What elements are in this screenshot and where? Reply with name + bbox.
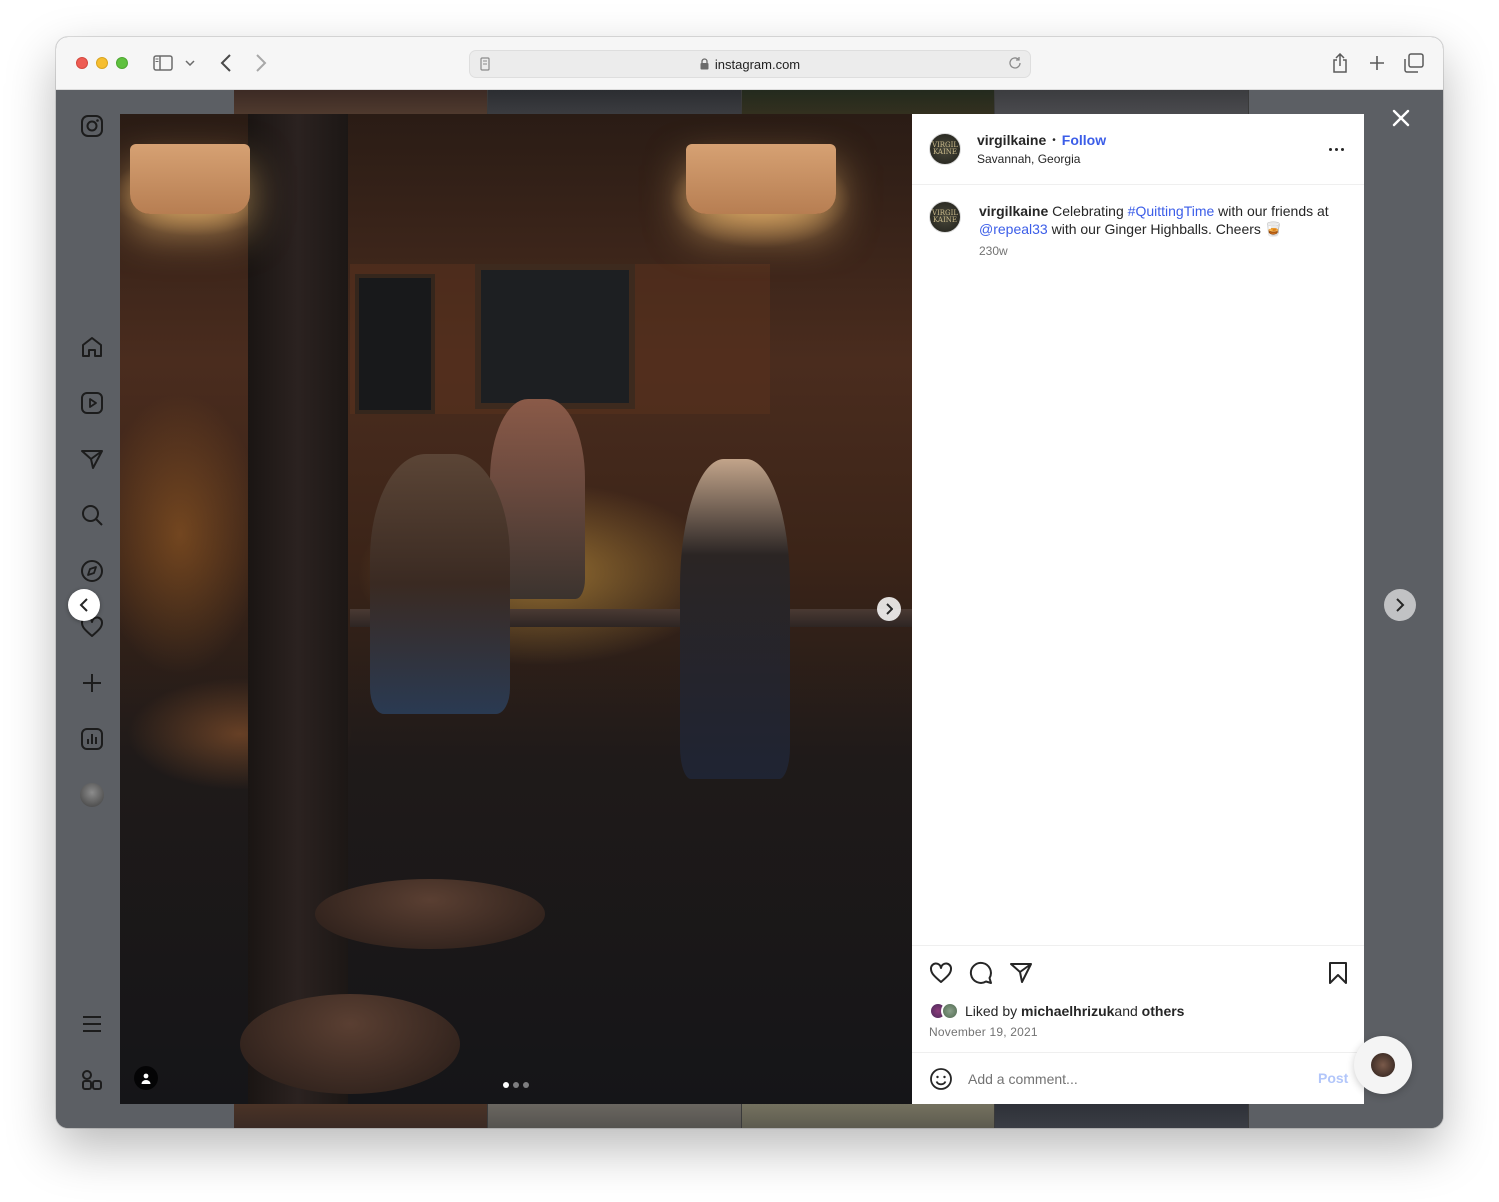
image-man <box>370 454 510 714</box>
author-row: virgilkaine • Follow <box>977 132 1106 148</box>
carousel-dot <box>503 1082 509 1088</box>
sidebar-toggle-icon[interactable] <box>152 52 174 74</box>
image-pillar <box>248 114 348 1104</box>
carousel-dot <box>513 1082 519 1088</box>
post-image[interactable] <box>120 114 912 1104</box>
zoom-window-button[interactable] <box>116 57 128 69</box>
image-lamp-right <box>686 144 836 214</box>
like-heart-icon[interactable] <box>928 960 954 986</box>
add-comment-row: Post <box>912 1052 1364 1104</box>
also-from-meta-icon[interactable] <box>78 1066 106 1094</box>
instagram-logo-icon[interactable] <box>78 112 106 140</box>
likes-and: and <box>1114 1003 1138 1019</box>
emoji-smiley-icon[interactable] <box>928 1066 954 1092</box>
search-icon[interactable] <box>78 501 106 529</box>
caption-text: with our Ginger Highballs. Cheers <box>1047 221 1265 237</box>
tab-overview-icon[interactable] <box>1403 52 1425 74</box>
explore-icon[interactable] <box>78 557 106 585</box>
image-lamp-left <box>130 144 250 214</box>
dot-separator: • <box>1052 134 1056 146</box>
browser-window: instagram.com VIRGIL KAINE virgilkaine •… <box>56 37 1443 1128</box>
new-tab-icon[interactable] <box>1366 52 1388 74</box>
menu-icon[interactable] <box>78 1010 106 1038</box>
caption-avatar[interactable]: VIRGIL KAINE <box>929 201 961 233</box>
post-location[interactable]: Savannah, Georgia <box>977 152 1080 166</box>
save-bookmark-icon[interactable] <box>1325 960 1351 986</box>
direct-messages-icon[interactable] <box>78 445 106 473</box>
messages-floating-avatar[interactable] <box>1354 1036 1412 1094</box>
home-icon[interactable] <box>78 333 106 361</box>
image-woman <box>680 459 790 779</box>
caption-username[interactable]: virgilkaine <box>979 203 1048 219</box>
profile-avatar[interactable] <box>80 783 104 807</box>
comment-input[interactable] <box>968 1068 1288 1090</box>
author-avatar[interactable]: VIRGIL KAINE <box>929 133 961 165</box>
page-icon <box>480 57 490 74</box>
caption-text: Celebrating <box>1048 203 1128 219</box>
liked-by-user[interactable]: michaelhrizuk <box>1021 1003 1114 1019</box>
post-caption: virgilkaine Celebrating #QuittingTime wi… <box>979 202 1339 238</box>
caption-age: 230w <box>979 244 1008 258</box>
close-window-button[interactable] <box>76 57 88 69</box>
image-stool <box>315 879 545 949</box>
more-options-icon[interactable] <box>1324 140 1348 158</box>
instagram-page: VIRGIL KAINE virgilkaine • Follow Savann… <box>56 90 1443 1128</box>
likes-others-link[interactable]: others <box>1142 1003 1185 1019</box>
avatar-logo-text: VIRGIL KAINE <box>931 141 959 156</box>
carousel-indicator <box>503 1082 529 1088</box>
minimize-window-button[interactable] <box>96 57 108 69</box>
caption-mention[interactable]: @repeal33 <box>979 221 1048 237</box>
image-chalkboard <box>475 264 635 409</box>
reload-icon[interactable] <box>1008 56 1022 73</box>
comment-bubble-icon[interactable] <box>968 960 994 986</box>
share-icon[interactable] <box>1329 52 1351 74</box>
carousel-next-icon[interactable] <box>877 597 901 621</box>
carousel-dot <box>523 1082 529 1088</box>
image-stool <box>240 994 460 1094</box>
caption-hashtag[interactable]: #QuittingTime <box>1128 203 1215 219</box>
caption-emoji: 🥃 <box>1264 221 1283 237</box>
post-date: November 19, 2021 <box>929 1025 1038 1039</box>
insights-icon[interactable] <box>78 725 106 753</box>
image-chalkboard-left <box>355 274 435 414</box>
caption-text: with our friends at <box>1214 203 1329 219</box>
background-grid-top <box>234 90 1249 114</box>
post-comment-button[interactable]: Post <box>1318 1070 1348 1086</box>
create-plus-icon[interactable] <box>78 669 106 697</box>
forward-icon[interactable] <box>250 52 272 74</box>
liker-avatar[interactable] <box>941 1002 959 1020</box>
post-actions: Liked by michaelhrizuk and others Novemb… <box>912 945 1364 1052</box>
follow-button[interactable]: Follow <box>1062 132 1106 148</box>
avatar-logo-text: VIRGIL KAINE <box>931 209 959 224</box>
author-username[interactable]: virgilkaine <box>977 132 1046 148</box>
likes-prefix: Liked by <box>965 1003 1018 1019</box>
address-bar[interactable]: instagram.com <box>469 50 1031 78</box>
next-post-button[interactable] <box>1384 589 1416 621</box>
previous-post-button[interactable] <box>68 589 100 621</box>
close-icon[interactable] <box>1389 106 1413 130</box>
likes-summary: Liked by michaelhrizuk and others <box>929 1002 1184 1020</box>
lock-icon <box>700 58 709 70</box>
background-grid-bottom <box>234 1104 1249 1128</box>
post-details-panel: VIRGIL KAINE virgilkaine • Follow Savann… <box>912 114 1364 1104</box>
url-text: instagram.com <box>714 56 801 72</box>
post-header: VIRGIL KAINE virgilkaine • Follow Savann… <box>912 114 1364 185</box>
browser-toolbar: instagram.com <box>56 37 1443 90</box>
reels-icon[interactable] <box>78 389 106 417</box>
share-paper-plane-icon[interactable] <box>1008 960 1034 986</box>
user-tags-icon[interactable] <box>134 1066 158 1090</box>
chevron-down-icon[interactable] <box>182 52 198 74</box>
back-icon[interactable] <box>215 52 237 74</box>
